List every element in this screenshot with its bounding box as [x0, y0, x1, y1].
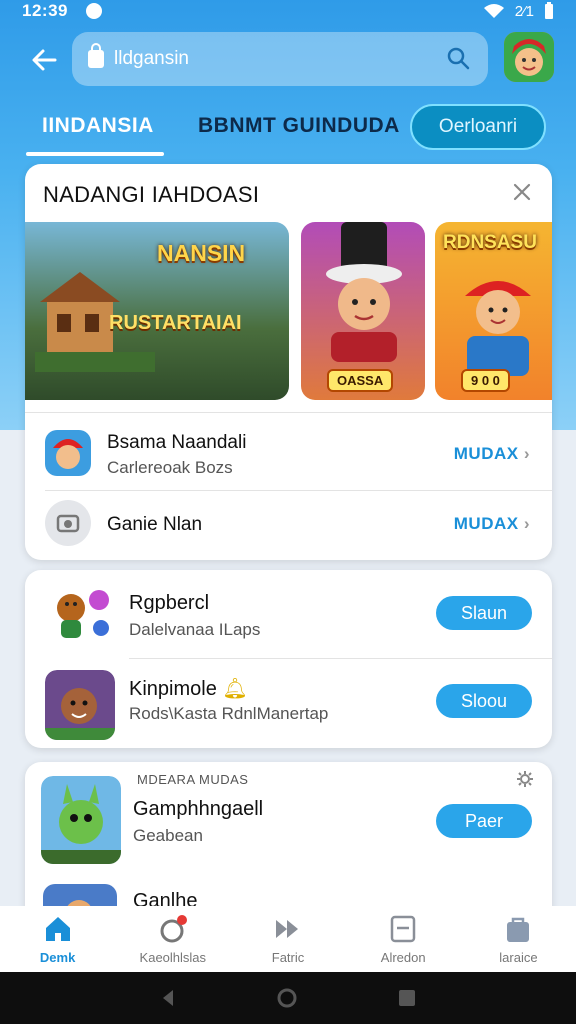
banner-3-title: RDNSASU: [443, 232, 537, 253]
nav-item-third[interactable]: Fatric: [230, 906, 345, 972]
avatar[interactable]: [504, 32, 554, 82]
status-time: 12:39: [22, 1, 68, 20]
bottom-navigation: Demk Kaeolhlslas Fatric Alredon laraice: [0, 906, 576, 972]
nav-label: Alredon: [380, 950, 426, 965]
system-home-icon[interactable]: [276, 987, 298, 1009]
avatar-face-icon: [504, 32, 554, 82]
game-title: Gamphhngaell: [133, 798, 264, 820]
list-item[interactable]: Ganie Nlan MUDAX ›: [25, 488, 552, 560]
camera-icon: [45, 500, 91, 546]
battery-icon: [545, 2, 553, 19]
banner-1-subtitle: RUSTARTAIAI: [109, 312, 242, 334]
back-button[interactable]: [24, 40, 64, 80]
banner-3-badge: 9 0 0: [461, 369, 510, 392]
wifi-icon: [483, 4, 504, 18]
tab-first[interactable]: IINDANSIA: [42, 114, 154, 138]
home-icon: [45, 917, 70, 941]
banner-1-title: NANSIN: [157, 240, 246, 266]
nav-label: laraice: [499, 950, 538, 965]
badge-icon: [160, 915, 187, 943]
row-title: Ganie Nlan: [107, 514, 203, 535]
search-text: lldgansin: [114, 48, 189, 69]
document-icon: [390, 915, 416, 943]
game-icon: [41, 776, 121, 864]
game-subtitle: Rods\Kasta RdnlManertap: [129, 704, 329, 723]
row-action-label: MUDAX: [453, 514, 519, 533]
notification-icon: [85, 3, 102, 19]
game-icon: [45, 670, 115, 740]
game-action-button[interactable]: Slaun: [436, 596, 532, 630]
close-icon[interactable]: [512, 182, 532, 202]
tab-indicator: [26, 152, 164, 156]
nav-label: Fatric: [271, 950, 305, 965]
featured-banner-1[interactable]: NANSIN RUSTARTAIAI: [25, 222, 289, 400]
status-bar: 12:39 2⁄1: [0, 0, 576, 22]
chevron-right-icon: ›: [523, 514, 530, 533]
system-navigation: [0, 972, 576, 1024]
nav-label: Demk: [39, 950, 76, 965]
bag-icon: [507, 917, 530, 942]
forward-arrows-icon: [276, 920, 298, 938]
arrow-left-icon: [32, 49, 57, 71]
status-right-text: 2⁄1: [514, 2, 534, 20]
featured-banner-2[interactable]: OASSA: [301, 222, 425, 400]
game-title-text: Kinpimole: [129, 678, 217, 700]
list-item[interactable]: Rgpbercl Dalelvanaa ILaps Slaun: [25, 572, 552, 652]
row-title: Bsama Naandali: [107, 432, 247, 453]
nav-item-fifth[interactable]: laraice: [461, 906, 576, 972]
banner-2-badge: OASSA: [327, 369, 394, 392]
row-action-link[interactable]: MUDAX ›: [454, 514, 530, 534]
row-action-label: MUDAX: [453, 444, 519, 463]
game-title: Rgpbercl: [129, 592, 210, 614]
game-subtitle: Dalelvanaa ILaps: [129, 620, 261, 639]
list-item[interactable]: Gamphhngaell Geabean Paer: [25, 776, 552, 864]
featured-banner-3[interactable]: RDNSASU 9 0 0: [435, 222, 552, 400]
featured-card: NADANGI IAHDOASI NANSIN RUSTARTAIAI OASS…: [25, 164, 552, 560]
divider: [129, 658, 552, 659]
game-action-button[interactable]: Paer: [436, 804, 532, 838]
nav-item-notifications[interactable]: Kaeolhlslas: [115, 906, 230, 972]
tab-second[interactable]: BBNMT GUINDUDA: [198, 114, 400, 138]
game-subtitle: Geabean: [133, 826, 203, 845]
app-bar: lldgansin: [0, 30, 576, 90]
tab-third[interactable]: Oerloanri: [410, 104, 546, 150]
row-action-link[interactable]: MUDAX ›: [454, 444, 530, 464]
nav-label: Kaeolhlslas: [139, 950, 207, 965]
list-item[interactable]: Kinpimole 🔔︎ Rods\Kasta RdnlManertap Slo…: [25, 664, 552, 744]
tab-bar: IINDANSIA BBNMT GUINDUDA Oerloanri: [0, 100, 576, 160]
lock-icon: [88, 43, 104, 68]
featured-title: NADANGI IAHDOASI: [43, 182, 260, 207]
status-icons: 2⁄1: [483, 2, 554, 20]
chevron-right-icon: ›: [523, 444, 530, 463]
nav-item-fourth[interactable]: Alredon: [346, 906, 461, 972]
row-subtitle: Carlereoak Bozs: [107, 458, 233, 477]
boy-character-illustration: [465, 281, 531, 376]
system-back-icon[interactable]: [160, 989, 176, 1007]
bell-icon: 🔔︎: [222, 678, 248, 700]
game-icon: [41, 578, 119, 648]
search-input[interactable]: lldgansin: [72, 32, 488, 86]
app-icon: [45, 430, 91, 476]
divider: [25, 412, 552, 413]
section-card: MDEARA MUDAS Gamphhngaell Geabean Paer G…: [25, 762, 552, 922]
character-illustration: [326, 222, 402, 362]
game-title: Kinpimole 🔔︎: [129, 676, 248, 701]
nav-item-home[interactable]: Demk: [0, 906, 115, 972]
games-card: Rgpbercl Dalelvanaa ILaps Slaun Kinpimol…: [25, 570, 552, 748]
list-item[interactable]: Bsama Naandali Carlereoak Bozs MUDAX ›: [25, 418, 552, 490]
search-icon[interactable]: [446, 46, 470, 70]
system-recents-icon[interactable]: [398, 989, 416, 1007]
game-action-button[interactable]: Sloou: [436, 684, 532, 718]
